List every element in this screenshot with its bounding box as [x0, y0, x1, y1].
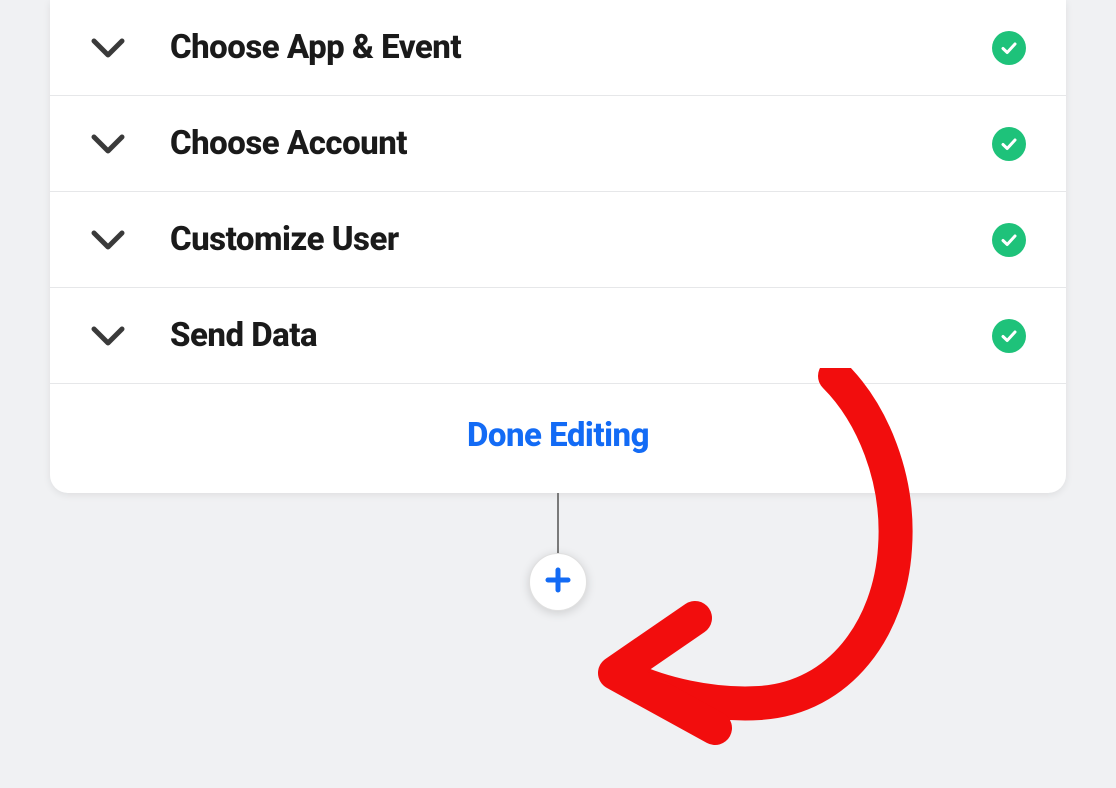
check-icon [992, 223, 1026, 257]
done-editing-link[interactable]: Done Editing [467, 416, 649, 455]
step-label: Customize User [170, 220, 992, 259]
step-row-app-event[interactable]: Choose App & Event [50, 0, 1066, 96]
check-icon [992, 127, 1026, 161]
check-icon [992, 31, 1026, 65]
step-row-customize[interactable]: Customize User [50, 192, 1066, 288]
step-row-send-data[interactable]: Send Data [50, 288, 1066, 384]
plus-icon [544, 566, 572, 598]
step-label: Choose Account [170, 124, 992, 163]
step-card: Choose App & Event Choose Account Custom… [50, 0, 1066, 493]
done-row: Done Editing [50, 384, 1066, 493]
chevron-down-icon [90, 35, 130, 61]
step-label: Choose App & Event [170, 28, 992, 67]
chevron-down-icon [90, 323, 130, 349]
chevron-down-icon [90, 131, 130, 157]
connector-line [557, 493, 559, 555]
check-icon [992, 319, 1026, 353]
add-step-button[interactable] [529, 553, 587, 611]
step-label: Send Data [170, 316, 992, 355]
chevron-down-icon [90, 227, 130, 253]
step-row-account[interactable]: Choose Account [50, 96, 1066, 192]
